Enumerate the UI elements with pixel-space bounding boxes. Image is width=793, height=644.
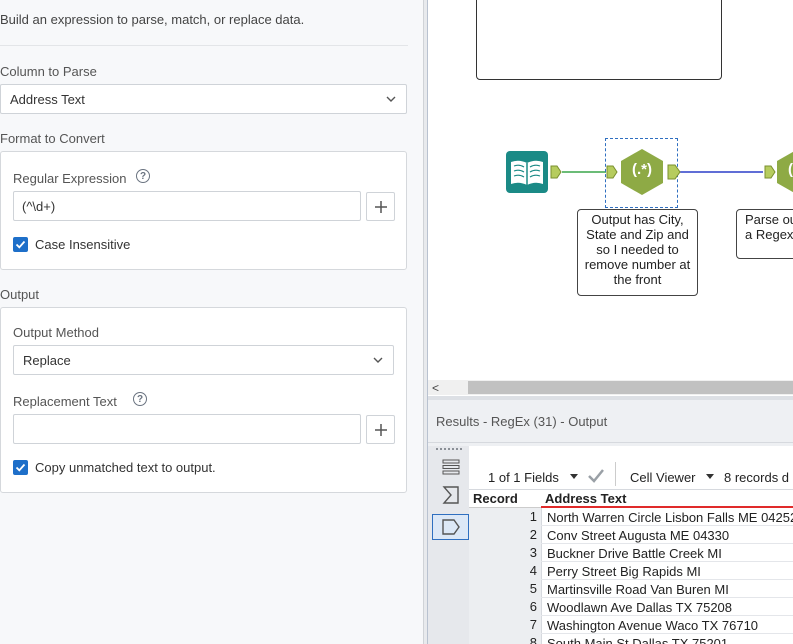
results-side-toolbar xyxy=(428,446,469,644)
plus-icon xyxy=(374,200,387,213)
address-cell[interactable]: Perry Street Big Rapids MI xyxy=(547,564,701,579)
record-number: 1 xyxy=(529,509,537,524)
table-row[interactable]: 6 Woodlawn Ave Dallas TX 75208 xyxy=(469,598,793,616)
checkmark-icon xyxy=(13,460,28,475)
format-to-convert-label: Format to Convert xyxy=(0,131,105,146)
record-number: 4 xyxy=(529,563,537,578)
copy-unmatched-checkbox[interactable]: Copy unmatched text to output. xyxy=(13,460,216,475)
cell-border xyxy=(541,598,542,616)
book-icon xyxy=(506,151,548,193)
record-number: 3 xyxy=(529,545,537,560)
results-pane: Results - RegEx (31) - Output 1 of 1 Fie… xyxy=(428,396,793,644)
divider xyxy=(615,462,616,486)
output-anchor[interactable] xyxy=(550,165,562,179)
address-cell[interactable]: North Warren Circle Lisbon Falls ME 0425… xyxy=(547,510,793,525)
scroll-left-icon[interactable]: < xyxy=(432,381,439,395)
workflow-canvas[interactable]: (.*) (.*) Output has City, State and Zip… xyxy=(428,0,793,380)
address-cell[interactable]: Woodlawn Ave Dallas TX 75208 xyxy=(547,600,732,615)
checkmark-icon xyxy=(13,237,28,252)
table-row[interactable]: 1 North Warren Circle Lisbon Falls ME 042… xyxy=(469,508,793,526)
caret-down-icon[interactable] xyxy=(570,474,578,480)
output-label: Output xyxy=(0,287,40,302)
divider xyxy=(0,45,408,46)
cell-viewer-button[interactable]: Cell Viewer xyxy=(630,470,696,485)
table-view-icon[interactable] xyxy=(432,454,469,480)
address-cell[interactable]: Conv Street Augusta ME 04330 xyxy=(547,528,729,543)
regular-expression-input[interactable]: (^\d+) xyxy=(13,191,361,221)
output-method-label: Output Method xyxy=(13,325,99,340)
cell-border xyxy=(541,544,542,562)
cell-border xyxy=(541,616,542,634)
fields-selector[interactable]: 1 of 1 Fields xyxy=(488,470,559,485)
record-number: 8 xyxy=(529,635,537,644)
scrollbar-thumb[interactable] xyxy=(468,381,793,394)
tool-annotation: Parse ou with a Regex ex xyxy=(736,209,793,259)
column-to-parse-value: Address Text xyxy=(10,91,85,107)
copy-unmatched-label: Copy unmatched text to output. xyxy=(35,460,216,475)
regular-expression-label: Regular Expression xyxy=(13,171,127,186)
table-row[interactable]: 8 South Main St Dallas TX 75201 xyxy=(469,634,793,644)
column-header[interactable]: Record xyxy=(473,491,518,506)
input-data-tool[interactable] xyxy=(505,150,549,194)
replacement-text-input[interactable] xyxy=(13,414,361,444)
replacement-text-label: Replacement Text xyxy=(13,394,117,409)
results-grid: Record Address Text 1 North Warren Circle… xyxy=(469,490,793,644)
results-title: Results - RegEx (31) - Output xyxy=(436,414,608,429)
cell-border xyxy=(541,526,542,544)
input-anchor[interactable] xyxy=(606,165,618,179)
table-row[interactable]: 3 Buckner Drive Battle Creek MI xyxy=(469,544,793,562)
record-number: 2 xyxy=(529,527,537,542)
plus-icon xyxy=(374,423,387,436)
table-row[interactable]: 4 Perry Street Big Rapids MI xyxy=(469,562,793,580)
address-cell[interactable]: Buckner Drive Battle Creek MI xyxy=(547,546,722,561)
results-toolbar: 1 of 1 Fields Cell Viewer 8 records d xyxy=(469,446,793,490)
address-cell[interactable]: Washington Avenue Waco TX 76710 xyxy=(547,618,758,633)
checkmark-icon[interactable] xyxy=(587,468,605,484)
table-row[interactable]: 5 Martinsville Road Van Buren MI xyxy=(469,580,793,598)
data-tag-icon[interactable] xyxy=(432,514,469,540)
case-insensitive-label: Case Insensitive xyxy=(35,237,131,252)
tool-annotation: Output has City, State and Zip and so I … xyxy=(577,209,698,296)
format-to-convert-group: Regular Expression ? (^\d+) Case Insensi… xyxy=(0,151,407,270)
record-number: 7 xyxy=(529,617,537,632)
column-header[interactable]: Address Text xyxy=(545,491,626,506)
output-method-select[interactable]: Replace xyxy=(13,345,394,375)
cell-border xyxy=(541,634,542,644)
output-group: Output Method Replace Replacement Text ?… xyxy=(0,307,407,493)
record-number: 6 xyxy=(529,599,537,614)
address-cell[interactable]: Martinsville Road Van Buren MI xyxy=(547,582,729,597)
help-icon[interactable]: ? xyxy=(133,392,147,406)
tool-description: Build an expression to parse, match, or … xyxy=(0,12,305,27)
metadata-icon[interactable] xyxy=(432,482,469,508)
regex-tool-glyph: (.*) xyxy=(632,161,652,178)
column-to-parse-select[interactable]: Address Text xyxy=(0,84,407,114)
chevron-down-icon xyxy=(373,357,383,363)
divider xyxy=(428,442,793,443)
cell-border xyxy=(541,508,542,526)
help-icon[interactable]: ? xyxy=(136,169,150,183)
output-method-value: Replace xyxy=(23,352,71,368)
caret-down-icon[interactable] xyxy=(706,474,714,480)
output-anchor[interactable] xyxy=(667,164,681,180)
add-replacement-token-button[interactable] xyxy=(366,415,395,444)
regex-tool-glyph: (.*) xyxy=(788,161,793,178)
record-number: 5 xyxy=(529,581,537,596)
cell-border xyxy=(541,580,542,598)
records-count: 8 records d xyxy=(724,470,790,485)
configuration-panel: Build an expression to parse, match, or … xyxy=(0,0,423,644)
table-row[interactable]: 2 Conv Street Augusta ME 04330 xyxy=(469,526,793,544)
grid-header: Record Address Text xyxy=(469,490,793,508)
case-insensitive-checkbox[interactable]: Case Insensitive xyxy=(13,237,130,252)
canvas-horizontal-scrollbar[interactable]: < xyxy=(428,380,793,395)
grip-icon[interactable] xyxy=(436,448,462,451)
chevron-down-icon xyxy=(386,96,396,102)
cell-border xyxy=(541,562,542,580)
column-to-parse-label: Column to Parse xyxy=(0,64,97,79)
table-row[interactable]: 7 Washington Avenue Waco TX 76710 xyxy=(469,616,793,634)
address-cell[interactable]: South Main St Dallas TX 75201 xyxy=(547,636,728,644)
add-token-button[interactable] xyxy=(366,192,395,221)
